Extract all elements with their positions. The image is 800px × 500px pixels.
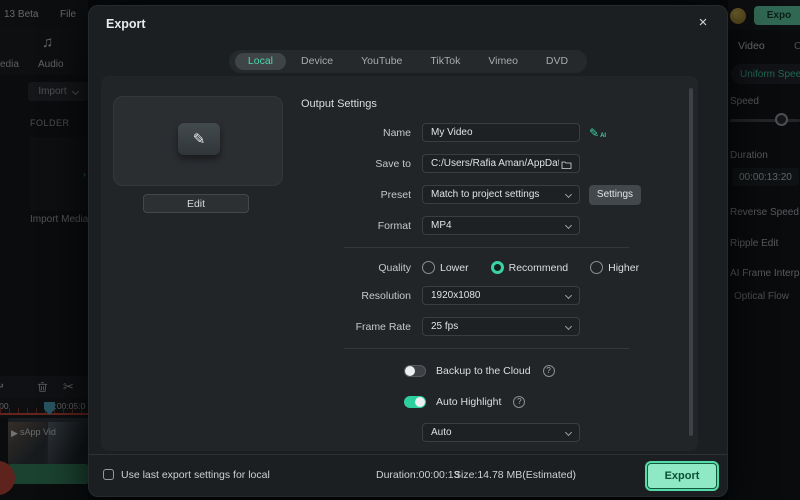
divider — [344, 348, 629, 349]
quality-options: Lower Recommend Higher — [422, 261, 639, 274]
backup-cloud-toggle[interactable] — [404, 365, 426, 377]
name-label: Name — [101, 127, 411, 139]
ai-rename-icon[interactable]: ✎AI — [589, 126, 606, 140]
chevron-down-icon — [565, 191, 572, 198]
preset-dropdown[interactable]: Match to project settings — [422, 185, 580, 204]
tab-local[interactable]: Local — [235, 53, 286, 70]
preset-label: Preset — [101, 189, 411, 201]
close-icon[interactable]: × — [693, 12, 713, 32]
settings-button[interactable]: Settings — [589, 185, 641, 205]
resolution-dropdown[interactable]: 1920x1080 — [422, 286, 580, 305]
chevron-down-icon — [565, 429, 572, 436]
output-settings-title: Output Settings — [301, 98, 377, 110]
tab-tiktok[interactable]: TikTok — [417, 53, 473, 70]
dialog-footer: Use last export settings for local Durat… — [89, 454, 727, 496]
save-to-label: Save to — [101, 158, 411, 170]
toggle-knob — [415, 397, 425, 407]
tab-device[interactable]: Device — [288, 53, 346, 70]
footer-size: Size:14.78 MB(Estimated) — [454, 469, 576, 481]
radio-icon[interactable] — [590, 261, 603, 274]
folder-icon[interactable] — [560, 158, 573, 173]
quality-label: Quality — [101, 262, 411, 274]
footer-duration: Duration:00:00:13 — [376, 469, 459, 481]
chevron-down-icon — [565, 292, 572, 299]
tab-vimeo[interactable]: Vimeo — [475, 53, 531, 70]
tab-youtube[interactable]: YouTube — [348, 53, 415, 70]
auto-highlight-toggle[interactable] — [404, 396, 426, 408]
use-last-settings-checkbox[interactable] — [103, 469, 114, 480]
auto-highlight-label: Auto Highlight — [436, 396, 501, 408]
divider — [344, 247, 629, 248]
frame-rate-dropdown[interactable]: 25 fps — [422, 317, 580, 336]
export-dialog: Export × LocalDeviceYouTubeTikTokVimeoDV… — [88, 5, 728, 497]
format-dropdown[interactable]: MP4 — [422, 216, 580, 235]
app-window: 13 Beta File ♫ edia Audio Import FOLDER … — [0, 0, 800, 500]
toggle-knob — [405, 366, 415, 376]
tab-dvd[interactable]: DVD — [533, 53, 581, 70]
dialog-title: Export — [106, 17, 146, 31]
quality-option-lower[interactable]: Lower — [422, 261, 469, 274]
format-label: Format — [101, 220, 411, 232]
resolution-label: Resolution — [101, 290, 411, 302]
frame-rate-label: Frame Rate — [101, 321, 411, 333]
export-settings-panel: ✎ Edit Output Settings Name My Video ✎AI… — [101, 76, 698, 451]
export-button[interactable]: Export — [647, 463, 717, 489]
radio-icon[interactable] — [491, 261, 504, 274]
save-to-input[interactable]: C:/Users/Rafia Aman/AppData — [422, 154, 580, 173]
backup-cloud-label: Backup to the Cloud — [436, 365, 531, 377]
name-input[interactable]: My Video — [422, 123, 580, 142]
use-last-settings-label: Use last export settings for local — [121, 469, 270, 481]
radio-icon[interactable] — [422, 261, 435, 274]
auto-highlight-dropdown[interactable]: Auto — [422, 423, 580, 442]
export-tab-bar: LocalDeviceYouTubeTikTokVimeoDVD — [229, 50, 587, 73]
help-icon[interactable]: ? — [513, 396, 525, 408]
help-icon[interactable]: ? — [543, 365, 555, 377]
chevron-down-icon — [565, 323, 572, 330]
chevron-down-icon — [565, 222, 572, 229]
quality-option-higher[interactable]: Higher — [590, 261, 639, 274]
quality-option-recommend[interactable]: Recommend — [491, 261, 569, 274]
